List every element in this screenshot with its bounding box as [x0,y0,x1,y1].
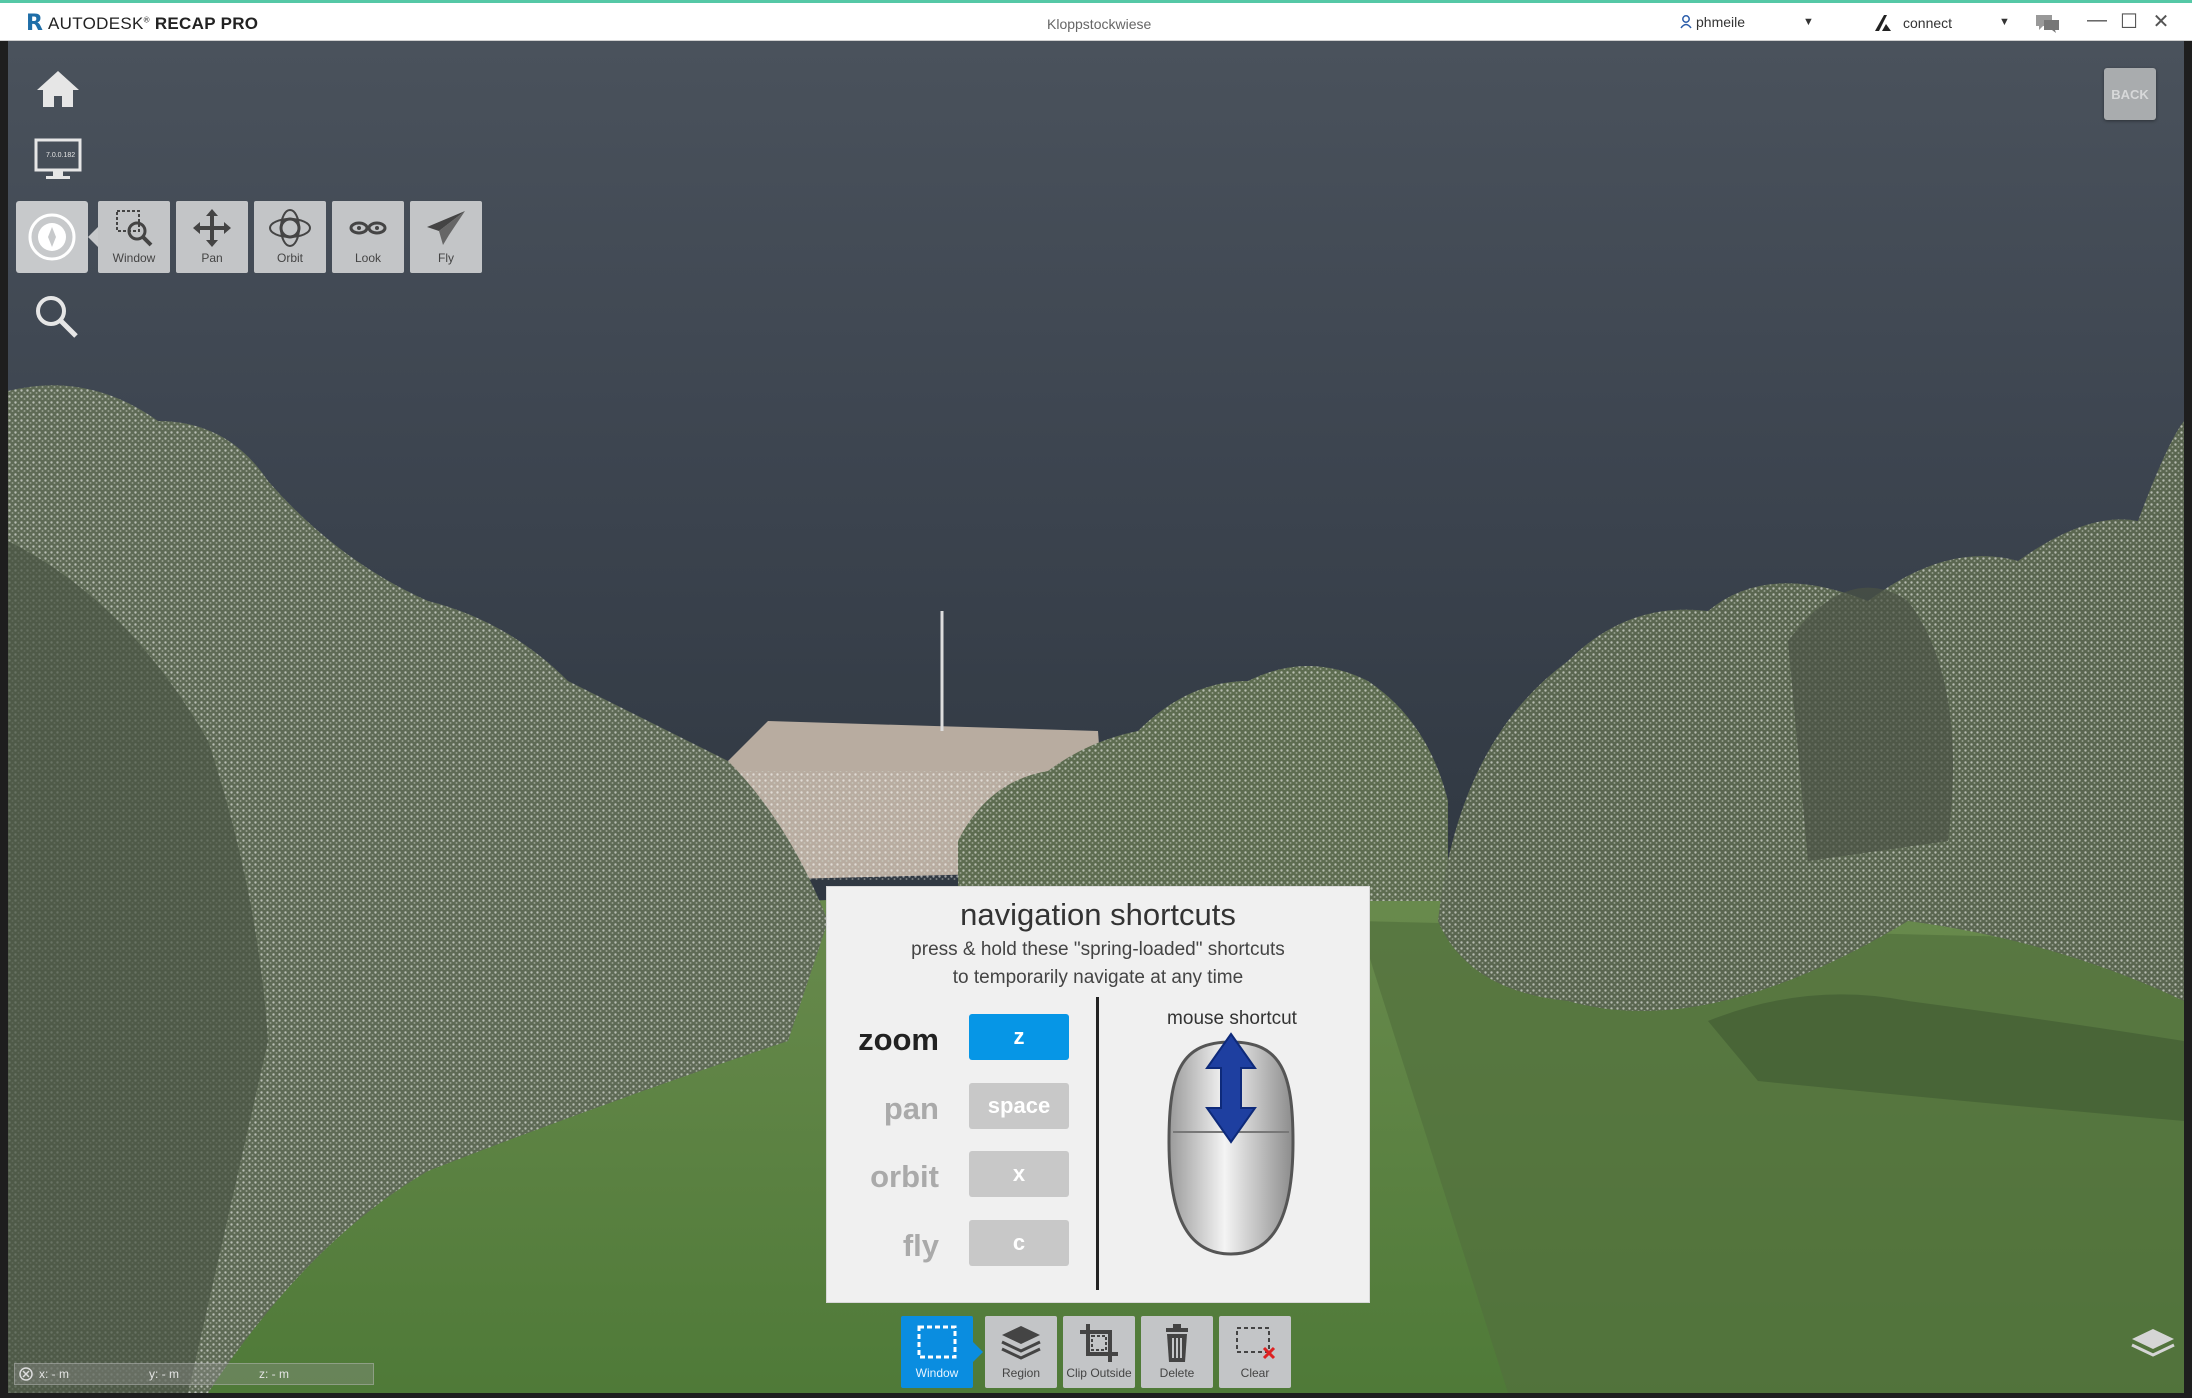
connect-menu[interactable]: connect [1873,14,1952,32]
user-icon [1680,15,1692,29]
user-dropdown-icon[interactable]: ▼ [1803,16,1814,28]
monitor-icon [34,138,82,179]
shortcut-key: c [969,1220,1069,1266]
nav-tool-orbit[interactable]: Orbit [254,201,326,273]
search-icon [36,296,78,338]
nav-tool-label: Pan [201,251,223,265]
shortcuts-divider [1096,997,1099,1290]
shortcut-row-pan[interactable]: pan space [827,1083,1087,1131]
coordinate-clear-icon[interactable] [19,1367,33,1381]
pan-arrows-icon [193,209,231,247]
back-button[interactable]: BACK [2104,68,2156,120]
nav-tool-label: Window [112,251,156,265]
home-button[interactable] [28,59,88,119]
shortcut-row-zoom[interactable]: zoom z [827,1014,1087,1062]
home-icon [37,71,79,107]
clear-selection-icon [1236,1327,1276,1360]
compass-icon [28,213,76,261]
connect-dropdown-icon[interactable]: ▼ [1999,16,2010,28]
coordinate-y: y: - m [149,1367,179,1381]
nav-tool-look[interactable]: Look [332,201,404,273]
window-select-icon [917,1325,957,1359]
user-menu[interactable]: phmeile [1680,14,1745,30]
coordinate-x: x: - m [39,1367,69,1381]
shortcut-key: space [969,1083,1069,1129]
selection-pointer-arrow [973,1342,983,1362]
shortcut-key: x [969,1151,1069,1197]
product-name: RECAP PRO [154,14,259,33]
layers-icon[interactable] [2128,1325,2178,1365]
selection-tool-label: Clear [1240,1366,1270,1380]
app-name: AUTODESK® RECAP PRO [48,14,259,33]
clip-crop-icon [1080,1324,1118,1362]
delete-button[interactable]: Delete [1141,1316,1213,1388]
shortcut-name: orbit [870,1159,939,1194]
close-button[interactable]: ✕ [2149,9,2173,34]
shortcuts-subtitle-1: press & hold these "spring-loaded" short… [911,939,1285,960]
nav-tool-label: Look [354,251,382,265]
select-region-button[interactable]: Region [985,1316,1057,1388]
coordinate-readout: x: - m y: - m z: - m [14,1363,374,1385]
clear-selection-button[interactable]: Clear [1219,1316,1291,1388]
shortcut-name: pan [883,1091,939,1126]
document-title: Kloppstockwiese [1047,16,1152,32]
brand-name: AUTODESK [48,14,144,33]
selection-tool-label: Window [915,1366,959,1380]
nav-tool-label: Orbit [276,251,303,265]
shortcut-name: zoom [858,1022,939,1057]
shortcuts-title: navigation shortcuts [960,897,1236,932]
coordinate-z: z: - m [259,1367,289,1381]
selection-tool-label: Clip Outside [1066,1366,1132,1380]
selection-tool-label: Region [1001,1366,1041,1380]
layers-region-icon [1001,1326,1041,1360]
nav-tool-label: Fly [438,251,454,265]
clip-outside-button[interactable]: Clip Outside [1063,1316,1135,1388]
recap-logo: R [26,11,43,36]
shortcut-name: fly [902,1228,939,1263]
selection-tool-label: Delete [1159,1366,1195,1380]
select-window-button[interactable]: Window [901,1316,973,1388]
navigation-shortcuts-panel: navigation shortcuts press & hold these … [826,886,1370,1303]
shortcuts-subtitle-2: to temporarily navigate at any time [952,967,1244,988]
nav-tool-window[interactable]: Window [98,201,170,273]
paper-plane-icon [427,211,465,245]
autodesk-a-icon [1875,15,1891,31]
display-badge: 7.0.0.182 [46,152,76,159]
point-cloud-viewport[interactable]: 7.0.0.182 Window Pan Orbit Look Fly BACK… [8,41,2184,1393]
navigation-tool-button[interactable] [16,201,88,273]
trash-icon [1166,1324,1188,1362]
mouse-scroll-icon [1167,1032,1295,1256]
chat-icon[interactable] [2035,14,2061,39]
connect-label: connect [1903,15,1953,31]
shortcut-key: z [969,1014,1069,1060]
orbit-icon [269,209,311,247]
shortcut-row-orbit[interactable]: orbit x [827,1151,1087,1199]
display-settings-button[interactable]: 7.0.0.182 [26,133,90,187]
minimize-button[interactable]: — [2085,9,2109,32]
mouse-shortcut-label: mouse shortcut [1167,1008,1297,1029]
search-button[interactable] [26,286,86,346]
title-bar: R AUTODESK® RECAP PRO Kloppstockwiese ph… [0,0,2192,41]
nav-tool-fly[interactable]: Fly [410,201,482,273]
look-eyes-icon [349,221,387,235]
window-zoom-icon [116,210,153,247]
shortcut-row-fly[interactable]: fly c [827,1220,1087,1268]
maximize-button[interactable]: ☐ [2117,9,2141,34]
nav-pointer-arrow [88,227,98,247]
user-name: phmeile [1696,14,1746,30]
nav-tool-pan[interactable]: Pan [176,201,248,273]
